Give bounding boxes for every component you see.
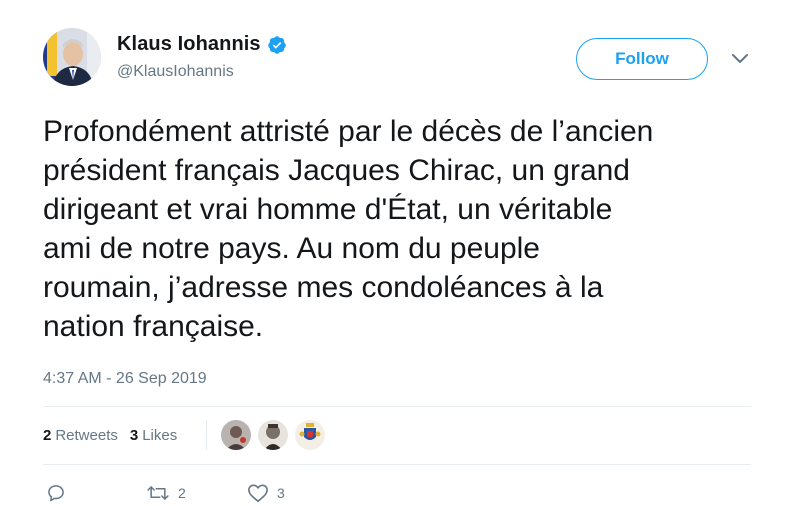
like-button[interactable]: 3 xyxy=(247,483,285,503)
divider-top xyxy=(43,406,751,407)
reply-icon xyxy=(48,485,64,502)
tweet-timestamp[interactable]: 4:37 AM - 26 Sep 2019 xyxy=(43,370,207,388)
liker-avatar-2[interactable] xyxy=(258,420,288,450)
chevron-down-icon[interactable] xyxy=(731,52,749,66)
verified-badge-icon xyxy=(267,35,287,55)
reply-button[interactable] xyxy=(46,483,74,503)
divider-bottom xyxy=(43,464,751,465)
retweets-count: 2 xyxy=(43,427,52,444)
liker-avatar-3[interactable] xyxy=(295,420,325,450)
retweets-label: Retweets xyxy=(55,427,118,444)
likes-stat[interactable]: 3 Likes xyxy=(130,427,177,444)
author-name-row: Klaus Iohannis xyxy=(117,33,287,56)
follow-button[interactable]: Follow xyxy=(576,38,708,80)
author-avatar[interactable] xyxy=(43,28,101,86)
tweet-card: Klaus Iohannis @KlausIohannis Follow Pro… xyxy=(0,0,800,506)
reply-action[interactable] xyxy=(46,483,74,503)
retweet-button[interactable]: 2 xyxy=(146,483,186,503)
engagement-stats: 2 Retweets 3 Likes xyxy=(43,427,189,444)
stats-separator xyxy=(206,420,207,450)
author-display-name[interactable]: Klaus Iohannis xyxy=(117,33,261,56)
heart-icon xyxy=(248,484,268,502)
liker-avatar-1[interactable] xyxy=(221,420,251,450)
like-action[interactable]: 3 xyxy=(247,483,285,503)
retweets-stat[interactable]: 2 Retweets xyxy=(43,427,118,444)
retweet-action[interactable]: 2 xyxy=(146,483,186,503)
retweet-icon xyxy=(147,486,169,500)
like-count: 3 xyxy=(277,485,285,501)
author-handle[interactable]: @KlausIohannis xyxy=(117,63,234,81)
retweet-count: 2 xyxy=(178,485,186,501)
likes-label: Likes xyxy=(142,427,178,444)
tweet-text: Profondément attristé par le décès de l’… xyxy=(43,115,654,343)
likes-count: 3 xyxy=(129,427,139,444)
